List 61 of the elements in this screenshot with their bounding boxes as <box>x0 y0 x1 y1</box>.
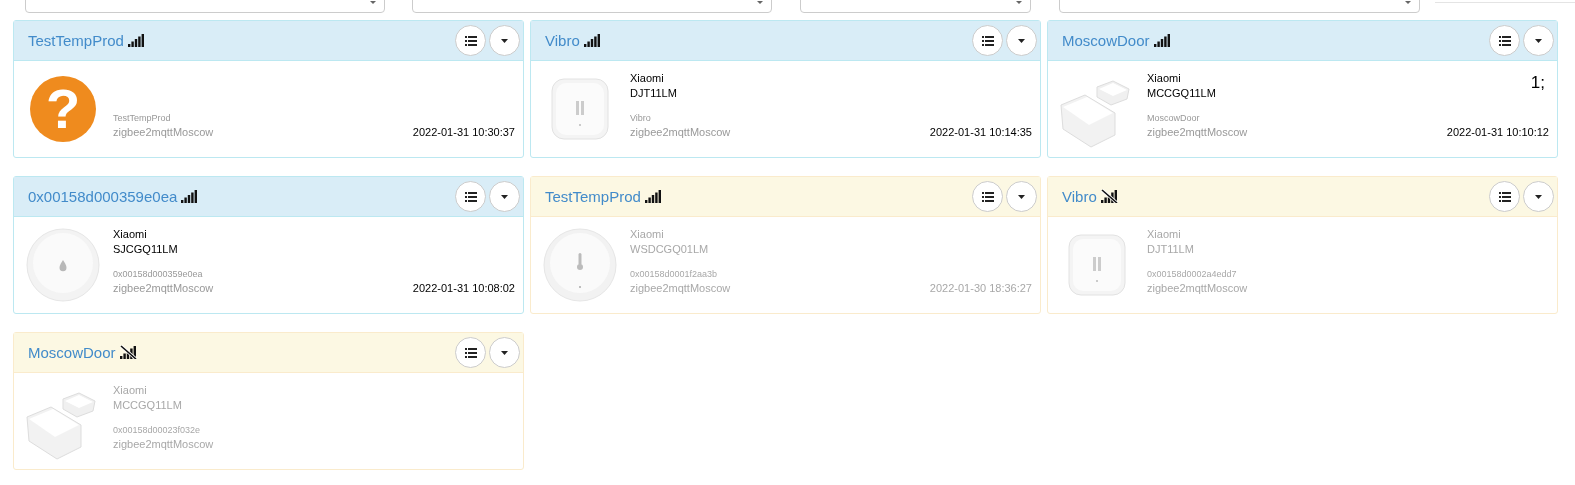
caret-icon <box>1535 194 1542 199</box>
gateway-text: zigbee2mqttMoscow <box>1147 126 1248 138</box>
timestamp: 2022-01-31 10:30:37 <box>412 126 515 138</box>
model-text: MCCGQ11LM <box>1147 86 1216 101</box>
model-text: DJT11LM <box>630 86 677 101</box>
vendor-text: Xiaomi <box>113 227 147 242</box>
vendor-text: Xiaomi <box>630 71 664 86</box>
list-icon <box>981 35 994 46</box>
vendor-text: Xiaomi <box>630 227 664 242</box>
list-icon <box>1498 35 1511 46</box>
gateway-text: zigbee2mqttMoscow <box>630 282 731 294</box>
device-title-link[interactable]: TestTempProd <box>28 32 124 49</box>
gateway-text: zigbee2mqttMoscow <box>113 282 214 294</box>
model-text: DJT11LM <box>1147 242 1194 257</box>
list-button[interactable] <box>972 181 1003 212</box>
timestamp: 2022-01-30 18:36:27 <box>929 282 1032 294</box>
timestamp: 2022-01-31 10:10:12 <box>1446 126 1549 138</box>
gateway-text: zigbee2mqttMoscow <box>113 126 214 138</box>
list-button[interactable] <box>1489 181 1520 212</box>
list-button[interactable] <box>972 25 1003 56</box>
caret-icon <box>501 38 508 43</box>
vendor-text: Xiaomi <box>1147 227 1181 242</box>
gateway-text: zigbee2mqttMoscow <box>1147 282 1248 294</box>
list-icon <box>981 191 994 202</box>
list-button[interactable] <box>455 181 486 212</box>
unknown-device-icon: ? <box>30 76 96 142</box>
caret-icon <box>501 194 508 199</box>
list-icon <box>464 347 477 358</box>
device-name: 0x00158d0002a4edd7 <box>1147 269 1238 279</box>
device-name: TestTempProd <box>113 113 172 123</box>
device-title-link[interactable]: MoscowDoor <box>28 344 116 361</box>
gateway-text: zigbee2mqttMoscow <box>113 438 214 450</box>
list-button[interactable] <box>455 25 486 56</box>
device-name: Vibro <box>630 113 652 123</box>
caret-icon <box>1018 194 1025 199</box>
model-text: MCCGQ11LM <box>113 398 182 413</box>
list-icon <box>464 191 477 202</box>
list-button[interactable] <box>1489 25 1520 56</box>
device-title-link[interactable]: TestTempProd <box>545 188 641 205</box>
state-value: 1; <box>1530 73 1545 93</box>
device-name: 0x00158d000359e0ea <box>113 269 204 279</box>
timestamp: 2022-01-31 10:14:35 <box>929 126 1032 138</box>
model-text: SJCGQ11LM <box>113 242 178 257</box>
device-title-link[interactable]: Vibro <box>1062 188 1097 205</box>
device-title-link[interactable]: Vibro <box>545 32 580 49</box>
model-text: WSDCGQ01LM <box>630 242 709 257</box>
vendor-text: Xiaomi <box>1147 71 1181 86</box>
device-name: 0x00158d00023f032e <box>113 425 202 435</box>
vendor-text: Xiaomi <box>113 383 147 398</box>
device-name: 0x00158d0001f2aa3b <box>630 269 719 279</box>
list-icon <box>464 35 477 46</box>
gateway-text: zigbee2mqttMoscow <box>630 126 731 138</box>
timestamp: 2022-01-31 10:08:02 <box>412 282 515 294</box>
list-icon <box>1498 191 1511 202</box>
list-button[interactable] <box>455 337 486 368</box>
caret-icon <box>1018 38 1025 43</box>
device-title-link[interactable]: MoscowDoor <box>1062 32 1150 49</box>
device-title-link[interactable]: 0x00158d000359e0ea <box>28 188 178 205</box>
caret-icon <box>1535 38 1542 43</box>
caret-icon <box>501 350 508 355</box>
device-name: MoscowDoor <box>1147 113 1201 123</box>
